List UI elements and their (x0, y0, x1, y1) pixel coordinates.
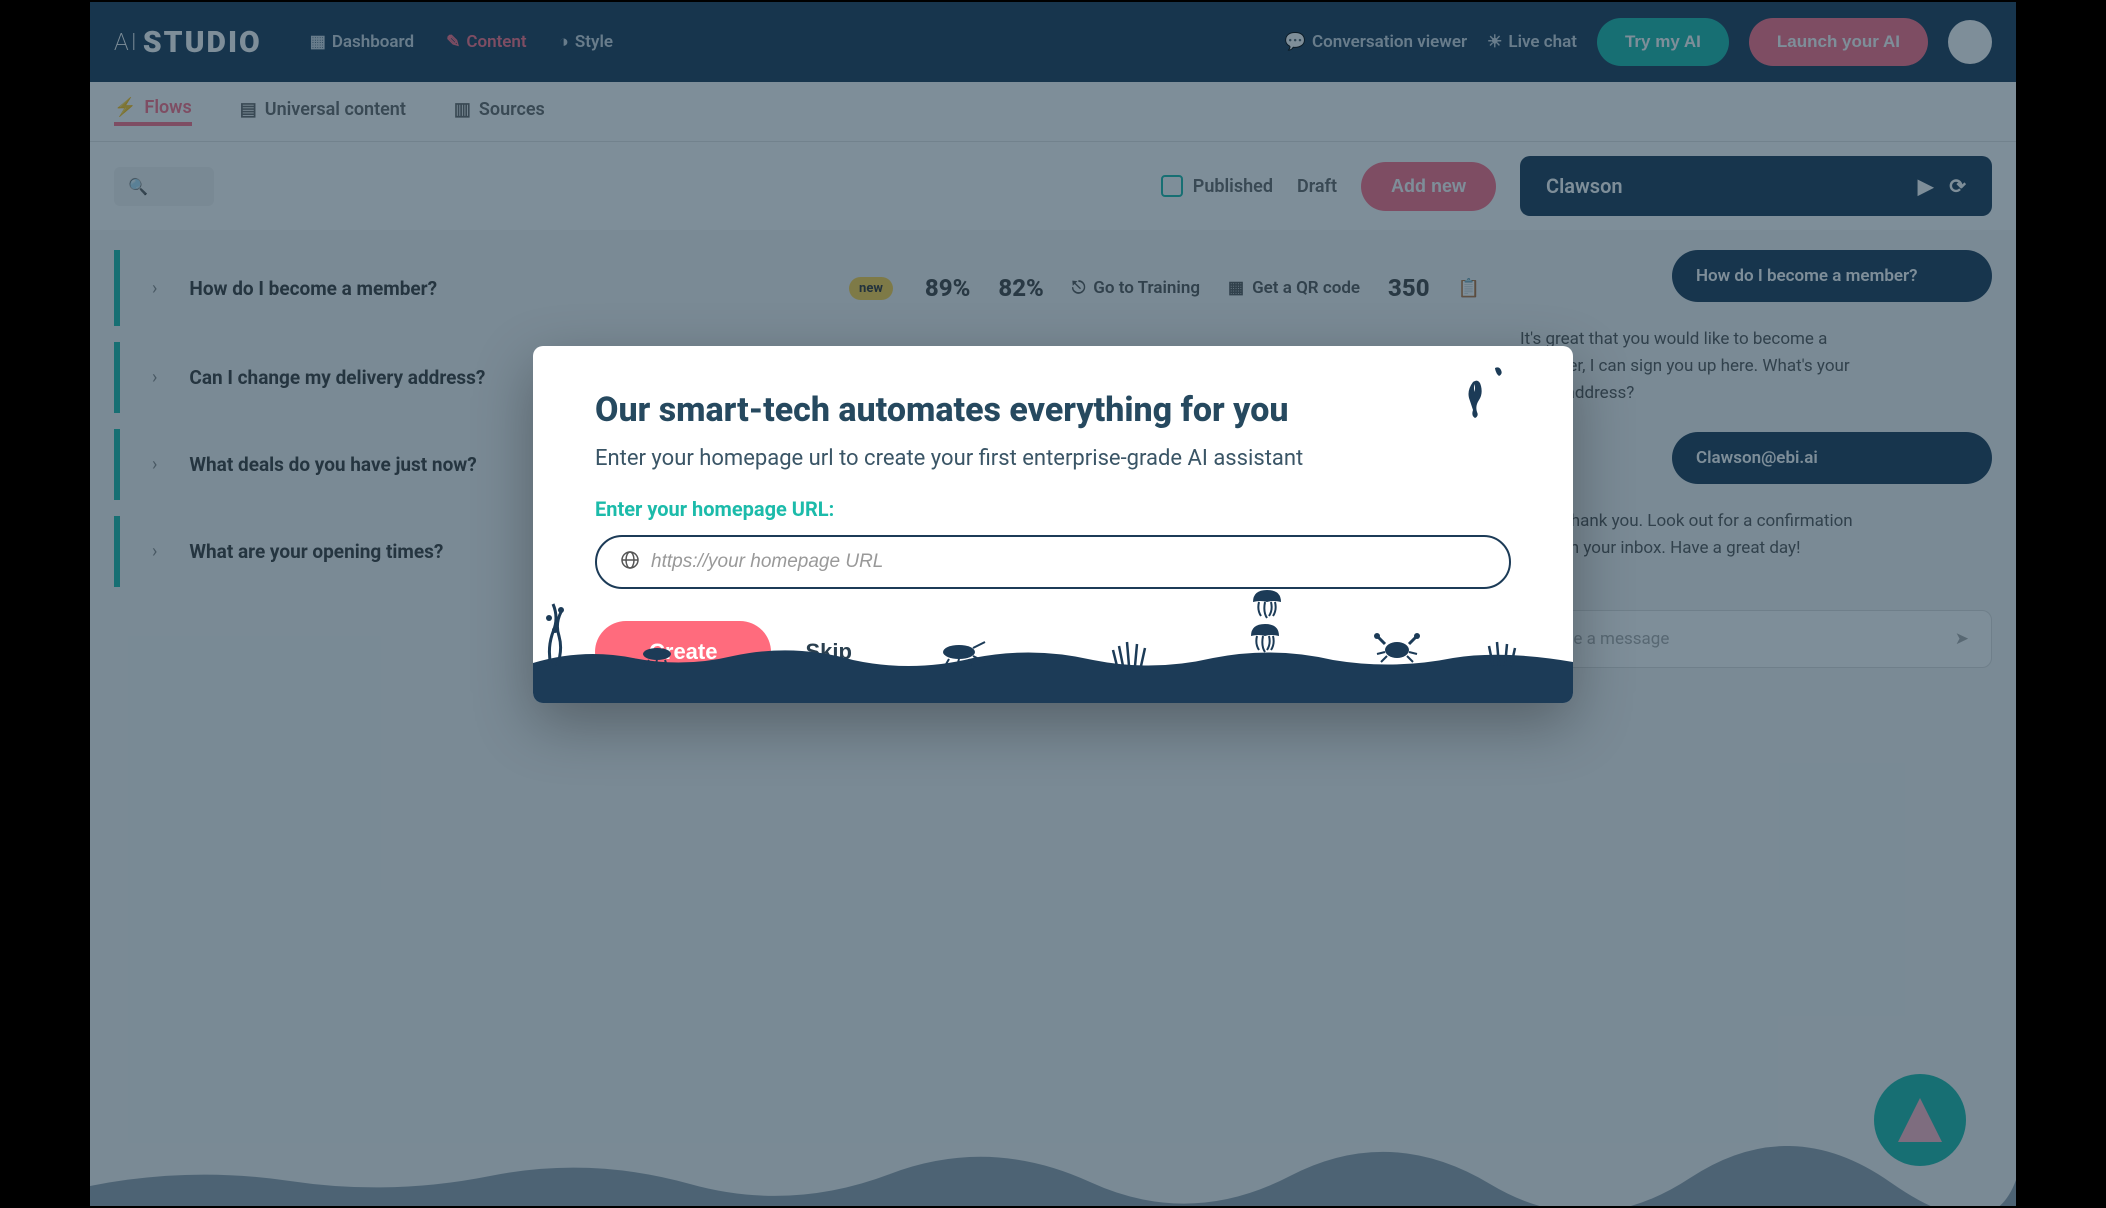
homepage-url-input[interactable] (651, 551, 1485, 573)
seabed-decor (533, 588, 1573, 703)
modal-subtitle: Enter your homepage url to create your f… (595, 446, 1511, 471)
globe-icon (621, 551, 639, 573)
modal-overlay[interactable]: Our smart-tech automates everything for … (90, 2, 2016, 1206)
seahorse-decor (1465, 364, 1509, 425)
url-input-wrap[interactable] (595, 535, 1511, 589)
onboarding-modal: Our smart-tech automates everything for … (533, 346, 1573, 703)
modal-title: Our smart-tech automates everything for … (595, 390, 1511, 430)
modal-input-label: Enter your homepage URL: (595, 497, 1511, 521)
